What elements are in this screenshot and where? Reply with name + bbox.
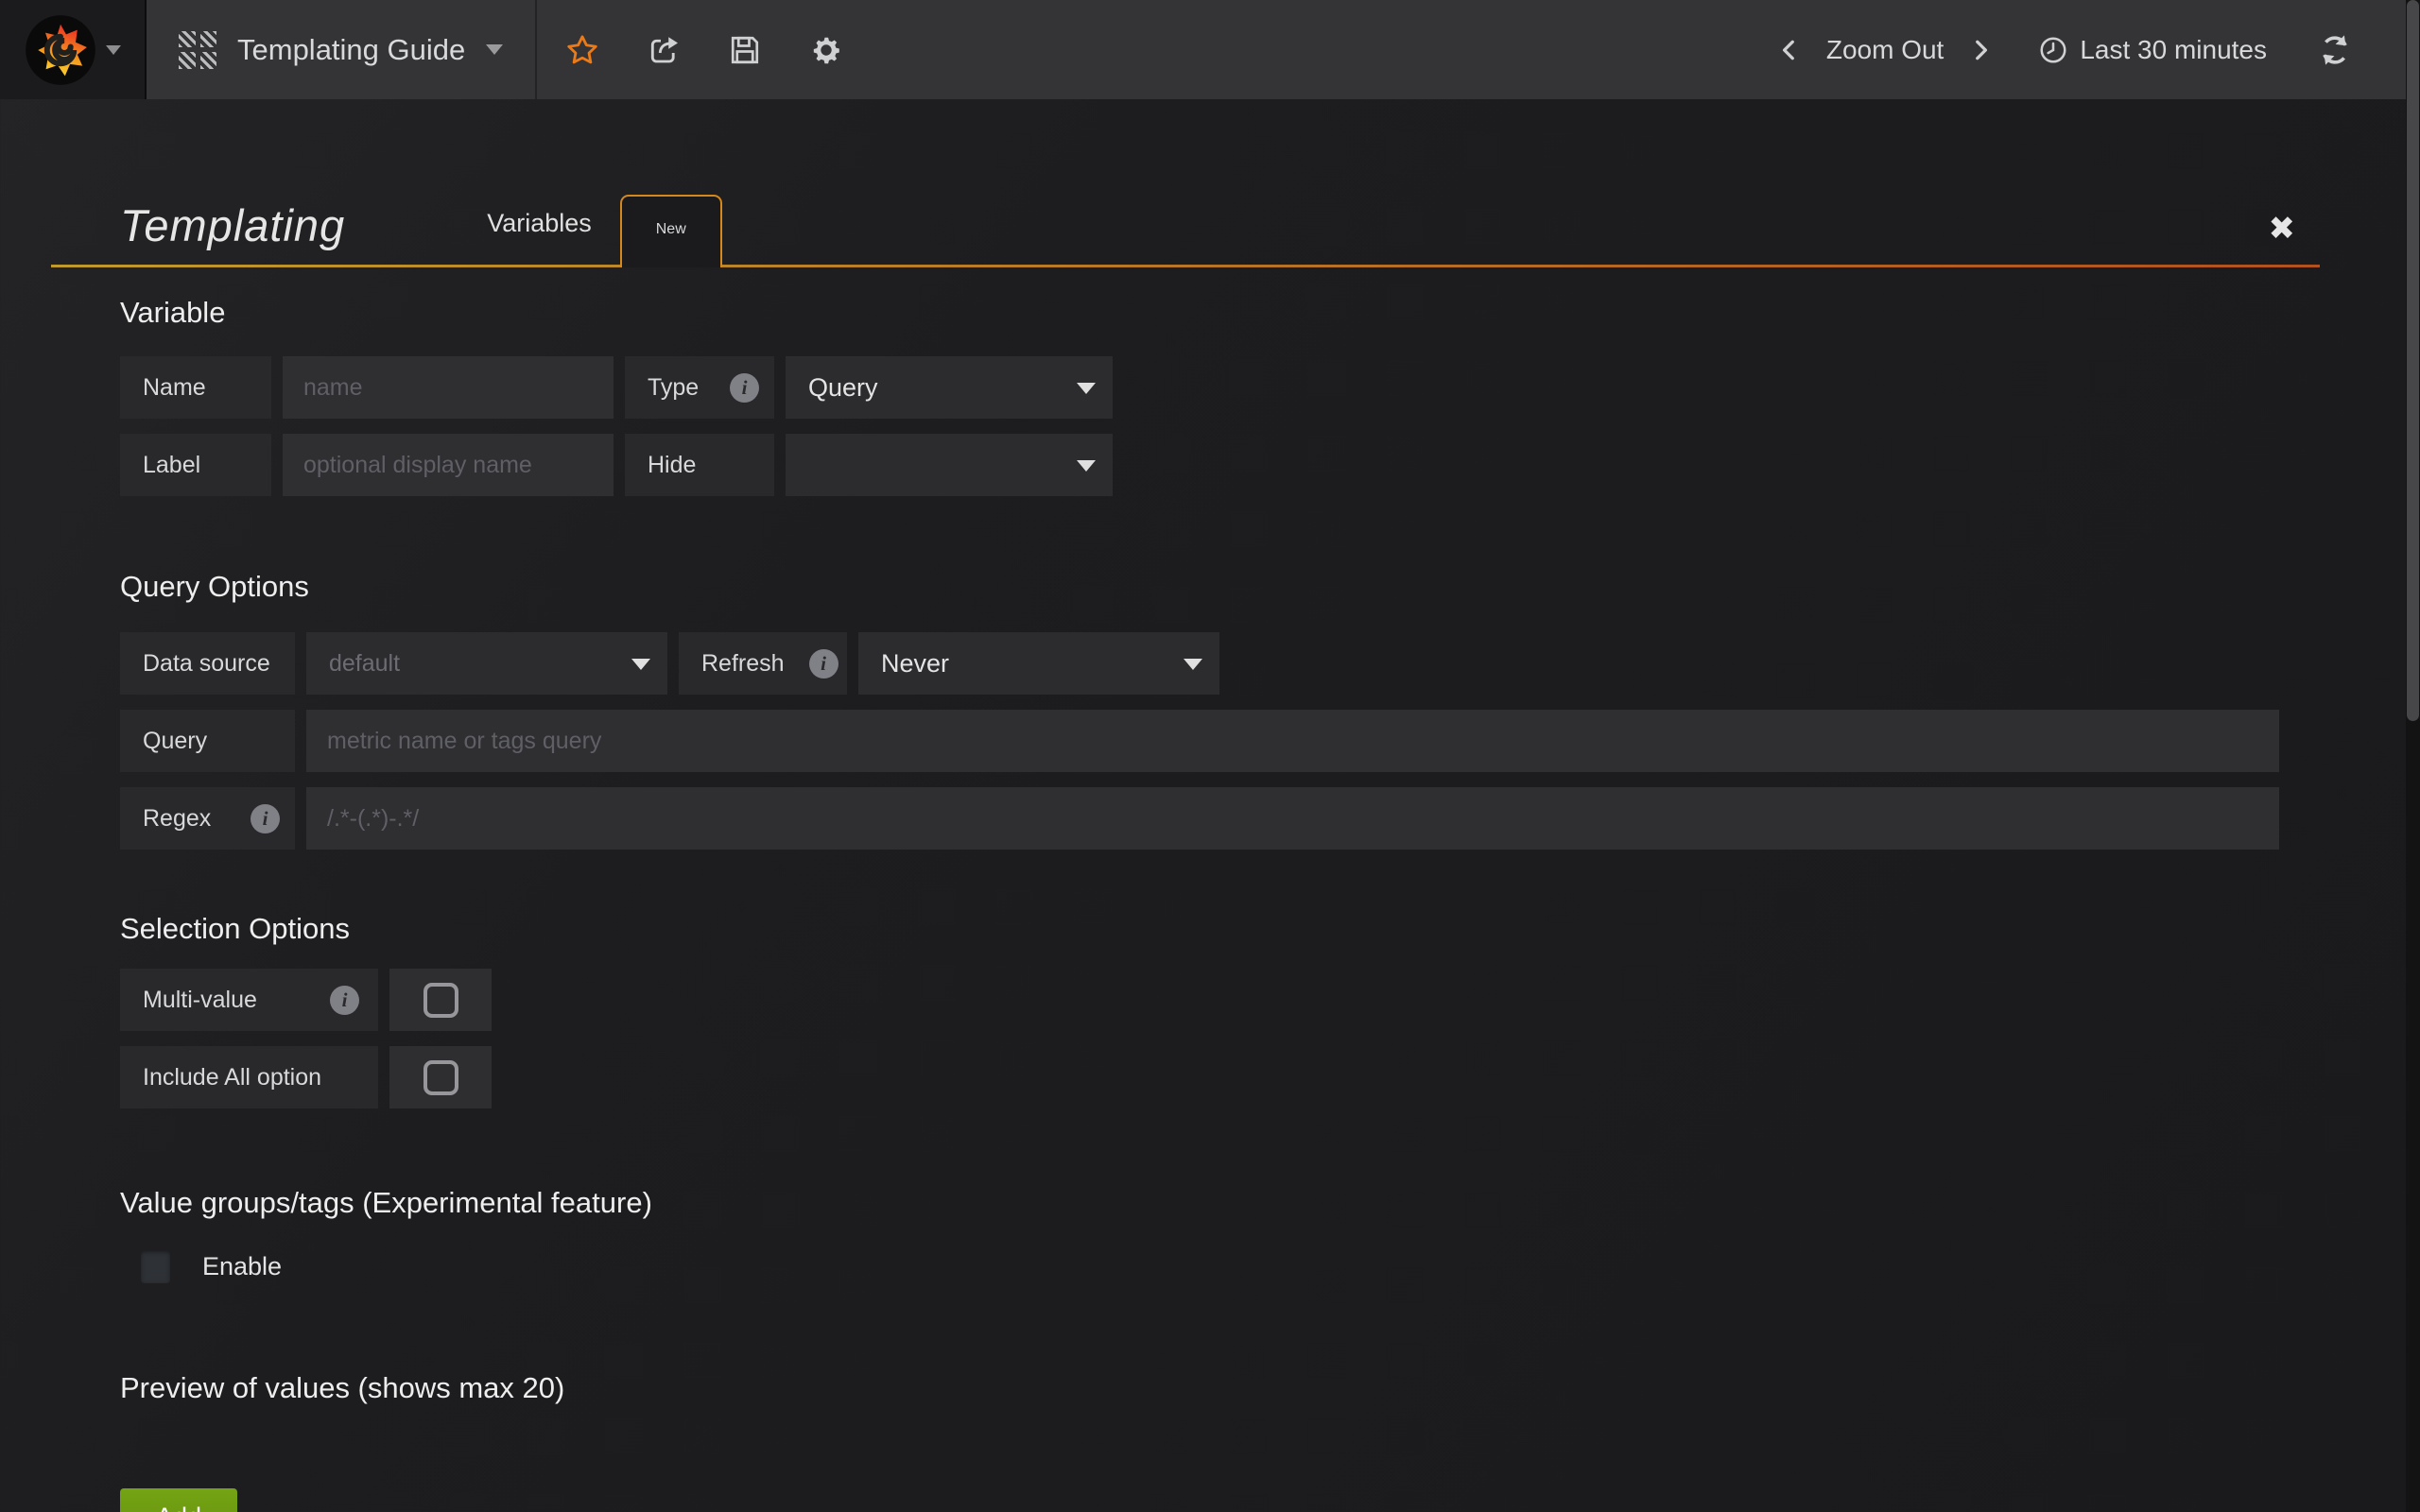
save-button[interactable] (728, 33, 762, 67)
variable-row-1: Name Type i Query (120, 356, 2279, 419)
type-label: Type i (625, 356, 774, 419)
chevron-down-icon (106, 45, 121, 55)
regex-row: Regex i (120, 787, 2279, 850)
settings-button[interactable] (809, 33, 843, 67)
refresh-icon (2318, 33, 2352, 67)
datasource-select[interactable]: default (306, 632, 667, 695)
checkbox-unchecked-icon (424, 983, 458, 1018)
preview-heading: Preview of values (shows max 20) (120, 1371, 2279, 1405)
query-input[interactable] (306, 710, 2279, 772)
chevron-left-icon (1777, 36, 1802, 64)
info-icon[interactable]: i (730, 373, 759, 403)
hide-label: Hide (625, 434, 774, 496)
refresh-label-text: Refresh (701, 650, 785, 678)
time-shift-back-button[interactable] (1777, 36, 1802, 64)
name-input[interactable] (283, 356, 614, 419)
name-label: Name (120, 356, 271, 419)
query-label: Query (120, 710, 295, 772)
chevron-down-icon (631, 659, 650, 670)
query-options-heading: Query Options (120, 570, 2279, 604)
include-all-row: Include All option (120, 1046, 2279, 1108)
time-shift-forward-button[interactable] (1968, 36, 1993, 64)
info-icon[interactable]: i (809, 649, 838, 679)
chevron-down-icon (1184, 659, 1202, 670)
selection-options-heading: Selection Options (120, 912, 2279, 946)
tab-variables[interactable]: Variables (458, 209, 620, 265)
chevron-right-icon (1968, 36, 1993, 64)
tab-new[interactable]: New (620, 195, 722, 267)
regex-label: Regex i (120, 787, 295, 850)
type-select-value: Query (808, 373, 878, 403)
query-options-row-1: Data source default Refresh i Never (120, 632, 2279, 695)
checkbox-unchecked-icon (424, 1060, 458, 1095)
chevron-down-icon (486, 44, 503, 55)
share-icon (647, 33, 681, 67)
templating-editor: Variable Name Type i Query Label Hide Qu… (120, 267, 2279, 1512)
value-groups-heading: Value groups/tags (Experimental feature) (120, 1186, 2279, 1220)
star-icon (565, 33, 599, 67)
multi-value-label: Multi-value i (120, 969, 378, 1031)
close-button[interactable]: ✖ (2269, 210, 2296, 248)
refresh-button[interactable] (2318, 33, 2352, 67)
templating-header: Templating Variables New ✖ (51, 189, 2320, 267)
add-button[interactable]: Add (120, 1488, 237, 1512)
variable-section-heading: Variable (120, 296, 2279, 330)
dashboard-title: Templating Guide (237, 33, 465, 67)
regex-label-text: Regex (143, 805, 211, 833)
multi-value-row: Multi-value i (120, 969, 2279, 1031)
query-row: Query (120, 710, 2279, 772)
grafana-logo-icon (25, 14, 96, 86)
include-all-checkbox[interactable] (389, 1046, 492, 1108)
zoom-out-button[interactable]: Zoom Out (1826, 35, 1944, 65)
multi-value-checkbox[interactable] (389, 969, 492, 1031)
page-title: Templating (120, 199, 345, 251)
gear-icon (809, 33, 843, 67)
clock-icon (2038, 35, 2068, 65)
tab-bar: Variables New (458, 195, 722, 265)
chevron-down-icon (1077, 460, 1096, 472)
grafana-menu-button[interactable] (0, 0, 147, 99)
save-icon (728, 33, 762, 67)
label-input[interactable] (283, 434, 614, 496)
label-label: Label (120, 434, 271, 496)
variable-row-2: Label Hide (120, 434, 2279, 496)
type-label-text: Type (648, 374, 699, 402)
dashboard-title-button[interactable]: Templating Guide (147, 0, 537, 99)
hide-select[interactable] (786, 434, 1113, 496)
multi-value-label-text: Multi-value (143, 987, 257, 1014)
scrollbar-thumb[interactable] (2407, 0, 2419, 721)
type-select[interactable]: Query (786, 356, 1113, 419)
zoom-out-label: Zoom Out (1826, 35, 1944, 65)
refresh-select[interactable]: Never (858, 632, 1219, 695)
enable-row: Enable (141, 1250, 2279, 1282)
star-button[interactable] (565, 33, 599, 67)
datasource-select-value: default (329, 650, 400, 678)
close-icon: ✖ (2269, 210, 2296, 248)
time-range-button[interactable]: Last 30 minutes (2038, 35, 2267, 65)
chevron-down-icon (1077, 383, 1096, 394)
dashboard-grid-icon (179, 31, 216, 69)
scrollbar-track[interactable] (2406, 0, 2420, 1512)
refresh-select-value: Never (881, 649, 949, 679)
enable-checkbox[interactable] (141, 1250, 170, 1282)
share-button[interactable] (647, 33, 681, 67)
info-icon[interactable]: i (251, 804, 280, 833)
info-icon[interactable]: i (330, 986, 359, 1015)
refresh-label: Refresh i (679, 632, 847, 695)
time-range-label: Last 30 minutes (2080, 35, 2267, 65)
datasource-label: Data source (120, 632, 295, 695)
include-all-label: Include All option (120, 1046, 378, 1108)
navbar: Templating Guide (0, 0, 2420, 99)
regex-input[interactable] (306, 787, 2279, 850)
tab-new-label: New (656, 221, 686, 238)
enable-label: Enable (202, 1252, 282, 1281)
